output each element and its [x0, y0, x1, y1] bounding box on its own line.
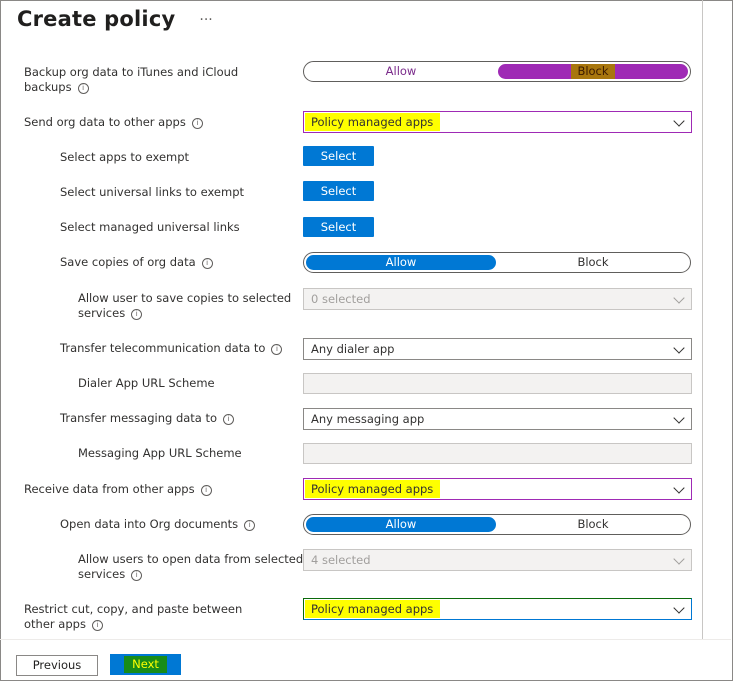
dialer-url-input [303, 373, 692, 394]
chevron-down-icon [673, 602, 685, 614]
messaging-url-input [303, 443, 692, 464]
info-icon[interactable]: i [223, 414, 235, 425]
info-icon[interactable]: i [131, 309, 143, 320]
info-icon[interactable]: i [271, 344, 283, 355]
info-icon[interactable]: i [91, 620, 103, 631]
open-services-label: Allow users to open data from selected s… [78, 552, 304, 581]
chevron-down-icon [673, 342, 685, 354]
cut-copy-paste-dropdown[interactable]: Policy managed apps [303, 598, 692, 620]
messaging-dropdown[interactable]: Any messaging app [303, 408, 692, 430]
info-icon[interactable]: i [201, 258, 213, 269]
save-copies-block-option[interactable]: Block [498, 253, 688, 272]
save-copies-allow-option[interactable]: Allow [306, 255, 496, 270]
telecom-dropdown[interactable]: Any dialer app [303, 338, 692, 360]
page-title: Create policy [17, 7, 176, 31]
send-data-dropdown[interactable]: Policy managed apps [303, 111, 692, 133]
dialer-url-label: Dialer App URL Scheme [78, 376, 215, 390]
receive-data-label: Receive data from other apps i [24, 482, 212, 497]
header: Create policy ··· [17, 4, 213, 34]
exempt-links-label: Select universal links to exempt [60, 185, 244, 199]
select-apps-button[interactable]: Select [303, 146, 374, 166]
exempt-apps-label: Select apps to exempt [60, 150, 190, 164]
managed-links-label: Select managed universal links [60, 220, 240, 234]
cut-copy-paste-label: Restrict cut, copy, and paste between ot… [24, 602, 243, 631]
info-icon[interactable]: i [200, 485, 212, 496]
backup-toggle[interactable]: Allow Block [303, 61, 691, 82]
send-data-label: Send org data to other apps i [24, 115, 203, 130]
info-icon[interactable]: i [77, 83, 89, 94]
open-services-dropdown: 4 selected [303, 549, 692, 571]
info-icon[interactable]: i [244, 520, 256, 531]
save-services-label: Allow user to save copies to selected se… [78, 291, 292, 320]
chevron-down-icon [673, 553, 685, 565]
chevron-down-icon [673, 115, 685, 127]
chevron-down-icon [673, 412, 685, 424]
select-links-button[interactable]: Select [303, 181, 374, 201]
backup-label: Backup org data to iTunes and iCloud bac… [24, 65, 239, 94]
more-icon[interactable]: ··· [199, 12, 212, 28]
receive-data-dropdown[interactable]: Policy managed apps [303, 478, 692, 500]
footer-divider [0, 639, 731, 640]
messaging-label: Transfer messaging data to i [60, 411, 235, 426]
info-icon[interactable]: i [191, 118, 203, 129]
chevron-down-icon [673, 292, 685, 304]
open-data-block-option[interactable]: Block [498, 515, 688, 534]
save-copies-toggle[interactable]: Allow Block [303, 252, 691, 273]
messaging-url-label: Messaging App URL Scheme [78, 446, 242, 460]
telecom-label: Transfer telecommunication data to i [60, 341, 283, 356]
chevron-down-icon [673, 482, 685, 494]
backup-block-option[interactable]: Block [498, 64, 688, 79]
scrollbar-divider [702, 0, 703, 640]
previous-button[interactable]: Previous [16, 655, 98, 676]
select-managed-links-button[interactable]: Select [303, 217, 374, 237]
next-button[interactable]: Next [110, 654, 181, 675]
info-icon[interactable]: i [131, 570, 143, 581]
save-copies-label: Save copies of org data i [60, 255, 213, 270]
open-data-toggle[interactable]: Allow Block [303, 514, 691, 535]
backup-allow-option[interactable]: Allow [306, 62, 496, 81]
open-data-label: Open data into Org documents i [60, 517, 256, 532]
open-data-allow-option[interactable]: Allow [306, 517, 496, 532]
save-services-dropdown: 0 selected [303, 288, 692, 310]
